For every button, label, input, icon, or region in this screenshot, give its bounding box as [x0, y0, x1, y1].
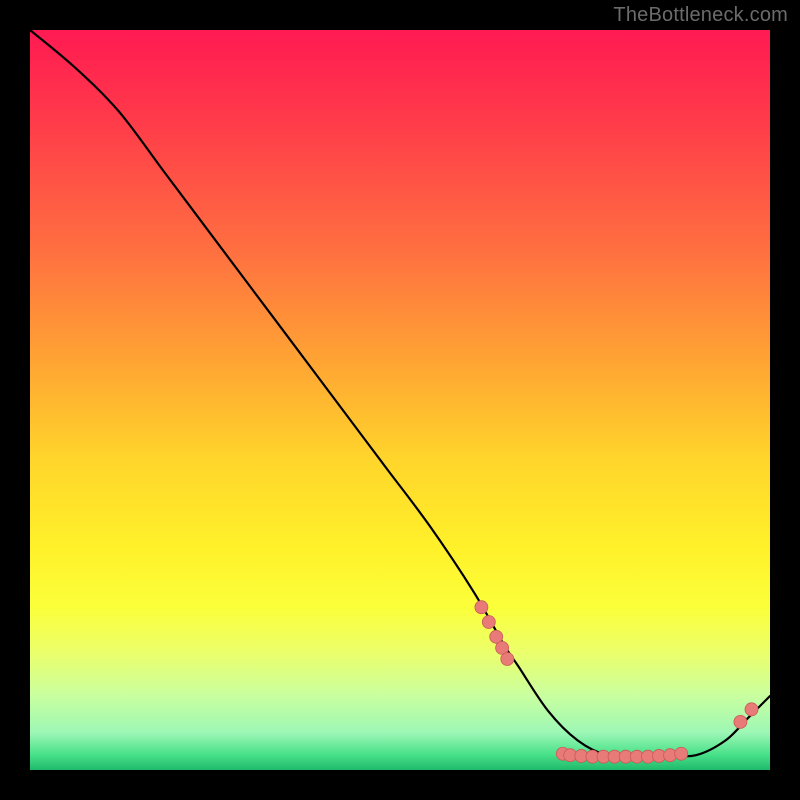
data-marker	[734, 715, 747, 728]
attribution-text: TheBottleneck.com	[613, 4, 788, 27]
data-marker	[745, 703, 758, 716]
data-marker	[482, 616, 495, 629]
data-marker	[675, 747, 688, 760]
chart-frame: TheBottleneck.com	[0, 0, 800, 800]
chart-overlay	[30, 30, 770, 770]
plot-area	[30, 30, 770, 770]
highlighted-points-group	[475, 601, 758, 763]
data-marker	[475, 601, 488, 614]
bottleneck-curve	[30, 30, 770, 756]
data-marker	[501, 653, 514, 666]
